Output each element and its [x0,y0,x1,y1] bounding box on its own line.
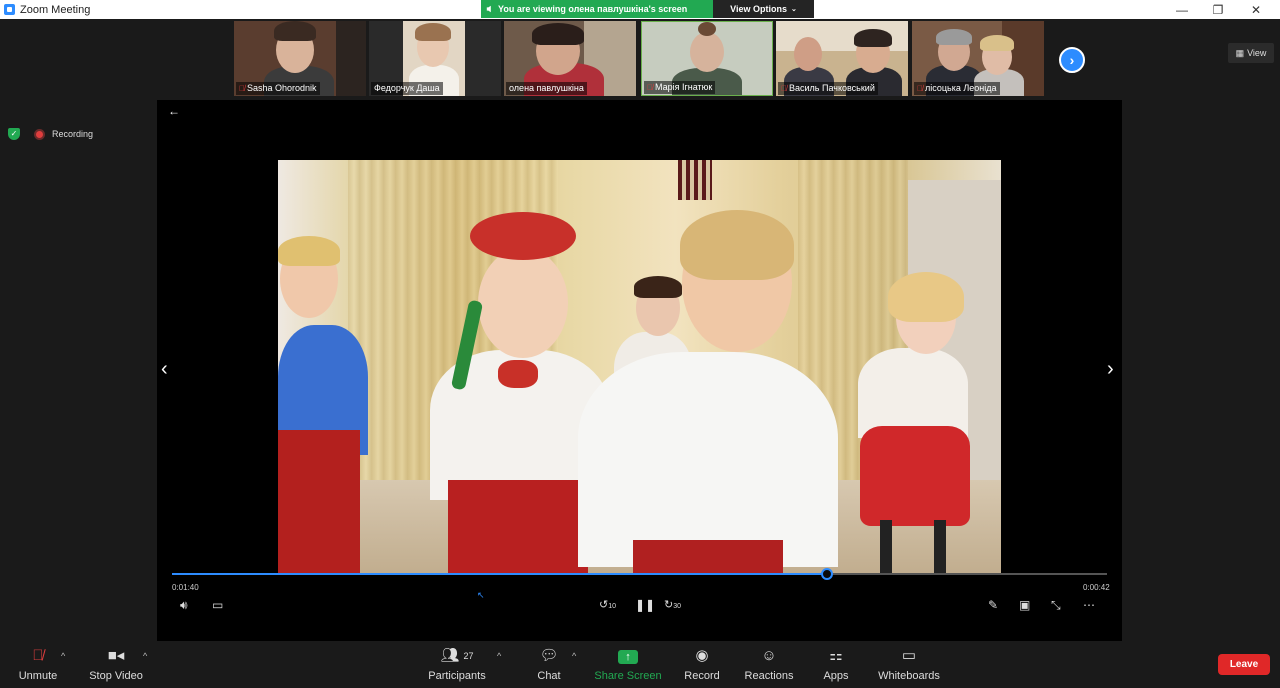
participant-name: 🎙̸ Марія Ігнатюк [644,81,716,94]
microphone-muted-icon: 🎙̸ [32,647,44,664]
participant-tile[interactable]: 🎙̸ Василь Пачковський [776,21,908,96]
leave-button[interactable]: Leave [1218,654,1270,675]
close-button[interactable]: ✕ [1238,0,1274,19]
participants-icon: 👥︎ 27 [440,647,474,664]
volume-icon[interactable]: 🔊︎ [180,598,188,613]
video-frame [278,160,1001,575]
record-button[interactable]: ◉ Record [682,645,722,682]
window-title: Zoom Meeting [20,3,91,16]
back-arrow-icon[interactable]: ← [168,104,180,118]
mic-muted-icon: 🎙̸ [917,84,923,93]
chat-bubble-icon: 💬︎ [539,647,559,664]
participant-name: 🎙̸ Василь Пачковський [778,82,878,95]
participant-name: 🎙̸ Sasha Ohorodnik [236,82,320,95]
participant-name: Федорчук Даша [371,82,443,95]
progress-knob[interactable] [820,568,833,580]
whiteboards-button[interactable]: ▭ Whiteboards [876,645,942,682]
share-screen-label: Share Screen [594,670,662,682]
whiteboard-icon: ▭ [901,647,917,664]
reactions-label: Reactions [744,670,794,682]
pause-button[interactable]: ❚❚ [635,598,655,612]
participant-name: олена павлушкіна [506,82,587,95]
recording-label: Recording [52,129,94,139]
apps-label: Apps [823,670,849,682]
chevron-down-icon: ⌄ [790,6,797,13]
participants-button[interactable]: 👥︎ 27 Participants [426,645,488,682]
leave-label: Leave [1229,659,1259,670]
chevron-right-icon: › [1069,52,1075,68]
mic-muted-icon: 🎙̸ [781,84,787,93]
participant-tile[interactable]: 🎙̸ лісоцька Леоніда [912,21,1044,96]
chat-button[interactable]: 💬︎ Chat [530,645,568,682]
view-button[interactable]: ▦ View [1228,43,1274,63]
stop-video-label: Stop Video [89,670,143,682]
apps-icon: ⚏ [829,647,843,664]
video-options-caret-icon[interactable]: ^ [143,651,147,661]
next-page-button[interactable]: › [1059,47,1085,73]
zoom-app-icon [4,4,15,15]
meeting-toolbar: 🎙̸ Unmute ^ ■◂ Stop Video ^ 👥︎ 27 Partici… [0,641,1280,688]
rewind-button[interactable]: ↺10 [599,598,616,611]
time-remaining: 0:00:42 [1083,583,1110,592]
record-dot-icon [34,128,45,140]
rewind-icon: ↺ [599,599,609,611]
participant-tile[interactable]: олена павлушкіна [504,21,636,96]
mic-muted-icon: 🎙̸ [239,84,245,93]
progress-fill [172,573,827,575]
participant-tile[interactable]: 🎙̸ Sasha Ohorodnik [234,21,366,96]
view-options-button[interactable]: View Options ⌄ [713,0,814,18]
pencil-icon[interactable]: ✎ [988,598,998,612]
shield-check-icon[interactable]: ✓ [8,128,20,140]
picture-in-picture-icon[interactable]: ▣ [1019,598,1030,612]
apps-button[interactable]: ⚏ Apps [820,645,852,682]
video-camera-icon: ■◂ [107,647,125,664]
captions-icon[interactable]: ▭ [212,598,223,612]
maximize-button[interactable]: ❐ [1200,0,1236,19]
view-label: View [1247,48,1267,58]
whiteboards-label: Whiteboards [878,670,940,682]
forward-button[interactable]: ↻30 [664,598,681,611]
more-options-icon[interactable]: ⋯ [1083,598,1095,612]
time-elapsed: 0:01:40 [172,583,199,592]
share-screen-icon: ↑ [594,645,662,667]
cursor-icon: ↖ [477,590,485,600]
minimize-button[interactable]: — [1164,0,1200,19]
unmute-button[interactable]: 🎙̸ Unmute [14,645,62,682]
recording-indicator[interactable]: ✓ Recording [8,128,93,140]
smiley-plus-icon: ☺︎ [761,647,777,664]
previous-arrow-icon[interactable]: ‹ [161,358,168,381]
reactions-button[interactable]: ☺︎ Reactions [744,645,794,682]
participant-name: 🎙̸ лісоцька Леоніда [914,82,1000,95]
record-icon: ◉ [695,647,709,664]
share-screen-button[interactable]: ↑ Share Screen [594,645,662,682]
chat-label: Chat [537,670,561,682]
viewing-screen-banner: You are viewing олена павлушкіна's scree… [481,0,713,18]
speaker-icon [486,5,491,13]
viewing-screen-text: You are viewing олена павлушкіна's scree… [498,4,688,14]
next-arrow-icon[interactable]: › [1107,358,1114,381]
unmute-label: Unmute [18,670,58,682]
participants-label: Participants [428,670,486,682]
record-label: Record [684,670,720,682]
shared-screen-player: ← ‹ › 0:01:40 0:00:42 🔊︎ ▭ ↖ ↺10 ❚❚ ↻30 … [157,100,1122,641]
stop-video-button[interactable]: ■◂ Stop Video [86,645,146,682]
grid-icon: ▦ [1235,47,1245,58]
participant-tile-active[interactable]: 🎙̸ Марія Ігнатюк [641,21,773,96]
mic-muted-icon: 🎙̸ [647,83,653,92]
audio-options-caret-icon[interactable]: ^ [61,651,65,661]
video-progress-bar[interactable] [172,568,1107,580]
chat-caret-icon[interactable]: ^ [572,651,576,661]
participants-caret-icon[interactable]: ^ [497,651,501,661]
forward-icon: ↻ [664,599,674,611]
view-options-label: View Options [730,4,787,14]
participants-count: 27 [463,651,474,661]
participant-tile[interactable]: Федорчук Даша [369,21,501,96]
exit-fullscreen-icon[interactable]: ⤡ [1051,598,1061,613]
